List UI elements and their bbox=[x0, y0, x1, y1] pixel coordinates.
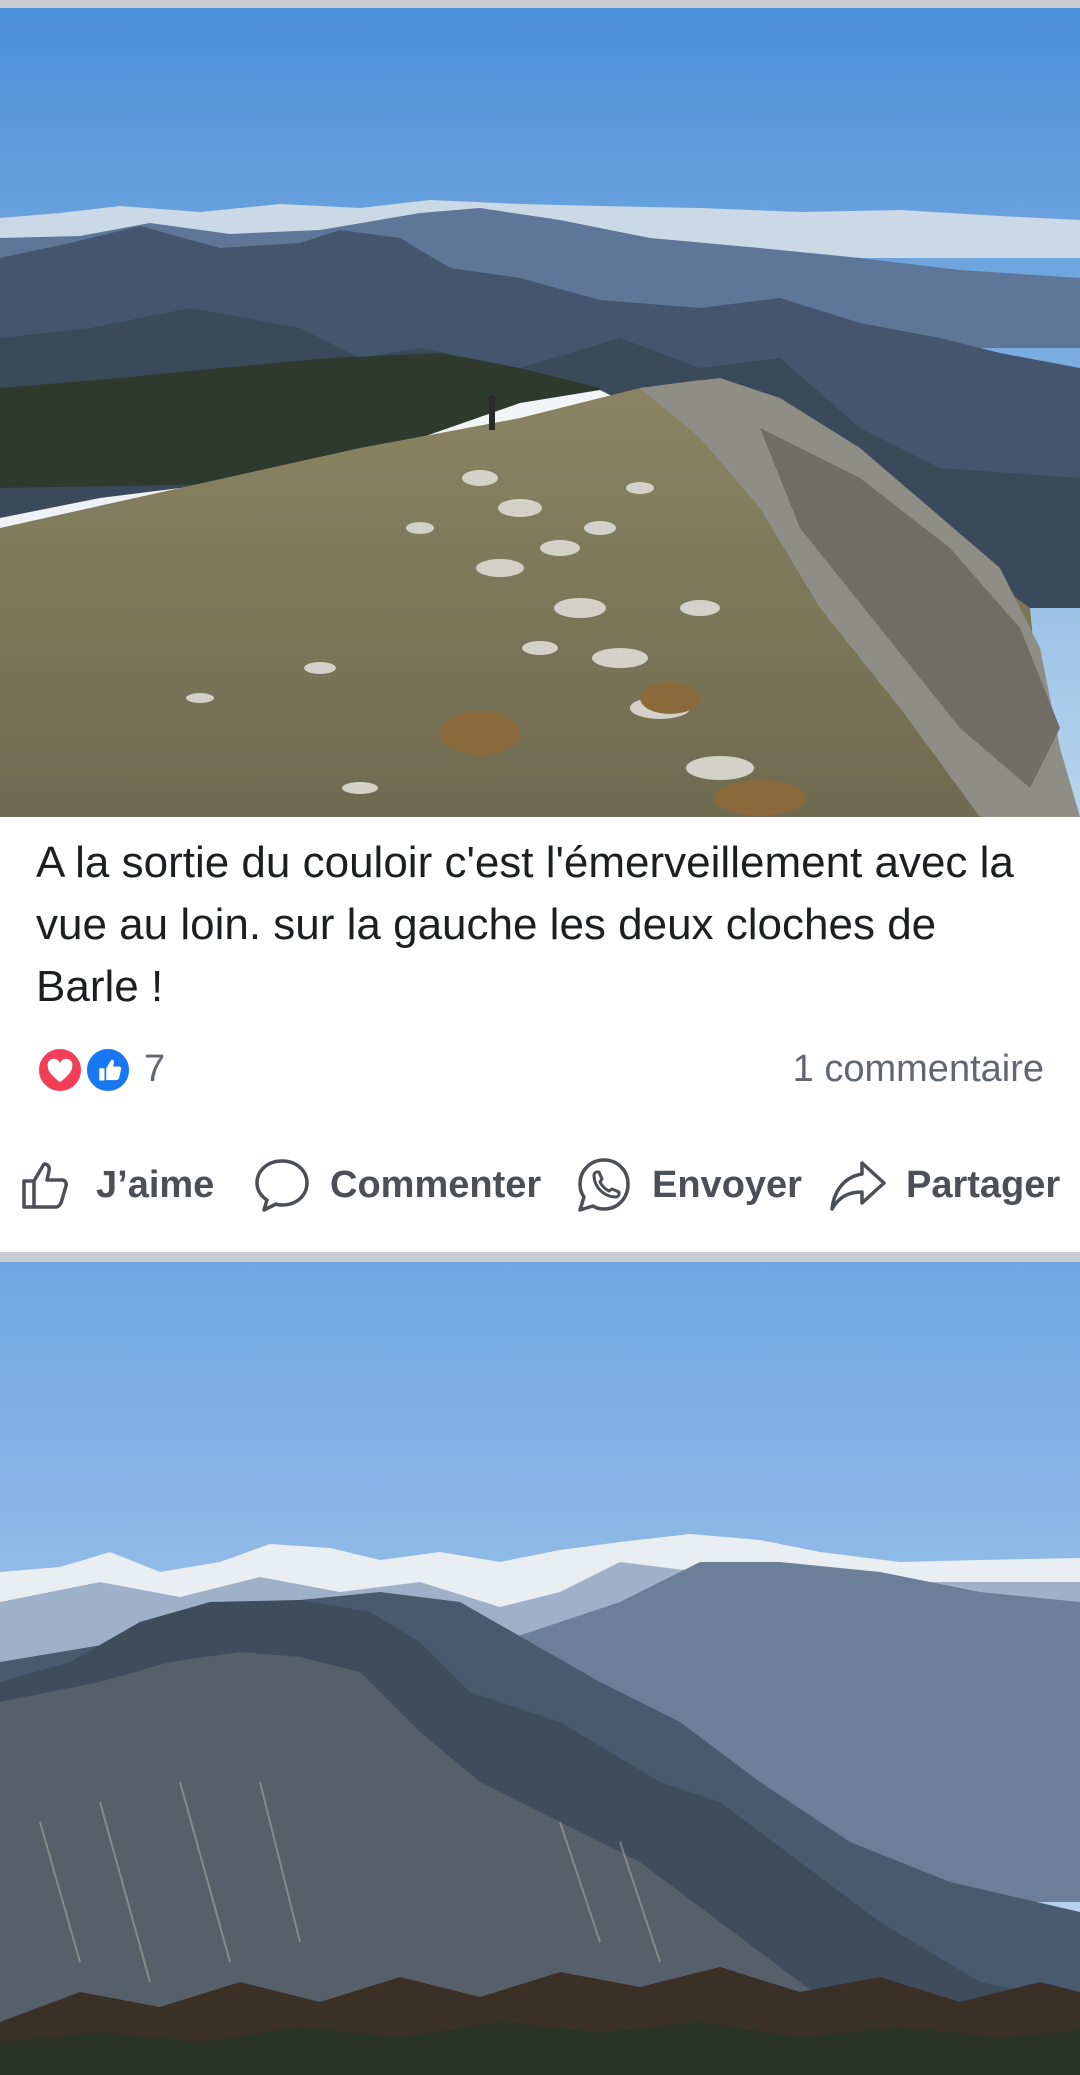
comment-bubble-icon bbox=[255, 1159, 309, 1212]
reactions-summary[interactable]: 7 1 commentaire bbox=[36, 1042, 1044, 1098]
like-button[interactable]: J’aime bbox=[18, 1140, 214, 1230]
heart-icon bbox=[36, 1046, 84, 1094]
share-arrow-icon bbox=[830, 1161, 886, 1211]
send-button-label: Envoyer bbox=[652, 1163, 802, 1206]
share-button-label: Partager bbox=[906, 1163, 1061, 1206]
reaction-icons[interactable] bbox=[36, 1046, 136, 1096]
like-button-label: J’aime bbox=[96, 1163, 215, 1206]
thumbs-up-icon bbox=[84, 1046, 132, 1094]
share-button[interactable]: Partager bbox=[828, 1140, 1060, 1230]
whatsapp-icon bbox=[578, 1158, 630, 1212]
comment-button[interactable]: Commenter bbox=[252, 1140, 541, 1230]
post-caption: A la sortie du couloir c'est l'émerveill… bbox=[36, 838, 1014, 1011]
comment-button-label: Commenter bbox=[330, 1163, 542, 1206]
comment-count-link[interactable]: 1 commentaire bbox=[793, 1048, 1044, 1091]
post-photo-valley[interactable] bbox=[0, 1262, 1080, 2075]
feed-divider-top bbox=[0, 0, 1080, 8]
thumbs-up-outline-icon bbox=[22, 1162, 68, 1209]
post-action-bar: J’aime Commenter Envoyer Partager bbox=[0, 1140, 1080, 1230]
reaction-count: 7 bbox=[144, 1048, 166, 1090]
feed-divider bbox=[0, 1252, 1080, 1262]
send-whatsapp-button[interactable]: Envoyer bbox=[574, 1140, 802, 1230]
post-photo-ridge[interactable] bbox=[0, 8, 1080, 817]
